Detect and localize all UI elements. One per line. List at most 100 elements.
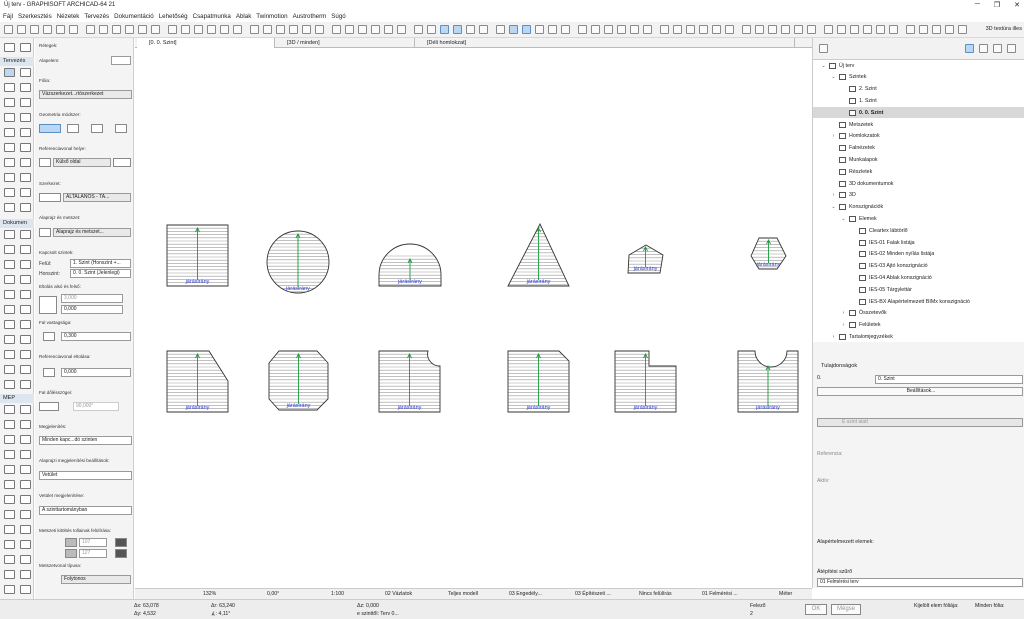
toolbar-button-62[interactable] (850, 25, 859, 34)
menu-item-2[interactable]: Nézetek (57, 13, 80, 20)
tool-button[interactable] (20, 495, 31, 504)
toolbar-button-12[interactable] (168, 25, 177, 34)
tool-button[interactable] (4, 350, 15, 359)
toolbar-button-59[interactable] (807, 25, 816, 34)
toolbar-button-58[interactable] (794, 25, 803, 34)
toolbar-button-13[interactable] (181, 25, 190, 34)
toolbar-button-1[interactable] (17, 25, 26, 34)
structure-select[interactable]: ÁLTALÁNOS - TA... (63, 193, 131, 202)
toolbar-button-61[interactable] (837, 25, 846, 34)
tree-item[interactable]: IES-02 Minden nyílás listája (851, 249, 934, 260)
toolbar-button-20[interactable] (276, 25, 285, 34)
tree-item[interactable]: 1. Szint (841, 95, 877, 106)
tool-button[interactable] (4, 305, 15, 314)
properties-settings-button[interactable]: Beállítások... (817, 387, 1023, 396)
renovation-filter-select[interactable]: 01 Felmérési terv (817, 578, 1023, 587)
tool-button[interactable] (4, 365, 15, 374)
toolbar-button-39[interactable] (535, 25, 544, 34)
menu-item-3[interactable]: Tervezés (84, 13, 109, 20)
toolbar-button-4[interactable] (56, 25, 65, 34)
tree-toggle-icon[interactable]: ⌄ (841, 216, 846, 222)
plan-section-button[interactable]: Alaprajz és metszet... (53, 228, 131, 237)
toolbar-button-27[interactable] (371, 25, 380, 34)
tool-button[interactable] (4, 158, 15, 167)
toolbar-button-14[interactable] (194, 25, 203, 34)
toolbar-button-43[interactable] (591, 25, 600, 34)
publisher-button[interactable] (1007, 44, 1016, 53)
marquee-tool-button[interactable] (20, 43, 31, 52)
menu-item-0[interactable]: Fájl (3, 13, 13, 20)
toolbar-button-63[interactable] (863, 25, 872, 34)
toolbar-button-18[interactable] (250, 25, 259, 34)
toolbar-button-52[interactable] (712, 25, 721, 34)
maximize-button[interactable]: ❐ (994, 1, 1000, 9)
drawing-canvas[interactable]: járásirány járásirány járásirány járásirány… (135, 48, 812, 588)
toolbar-button-69[interactable] (945, 25, 954, 34)
tool-button[interactable] (4, 173, 15, 182)
toolbar-button-48[interactable] (660, 25, 669, 34)
tool-button[interactable] (20, 450, 31, 459)
toolbar-button-67[interactable] (919, 25, 928, 34)
toolbox-section-1[interactable]: Dokumen (0, 219, 34, 228)
menu-item-7[interactable]: Ablak (236, 13, 251, 20)
tool-button[interactable] (4, 98, 15, 107)
toolbar-button-56[interactable] (768, 25, 777, 34)
toolbar-button-9[interactable] (125, 25, 134, 34)
project-map-button[interactable] (965, 44, 974, 53)
toolbar-button-10[interactable] (138, 25, 147, 34)
toolbar-button-64[interactable] (876, 25, 885, 34)
properties-id-field[interactable]: 0. Szint (875, 375, 1023, 384)
toolbar-button-32[interactable] (440, 25, 449, 34)
tool-button[interactable] (20, 128, 31, 137)
toolbar-button-70[interactable] (958, 25, 967, 34)
tool-button[interactable] (4, 380, 15, 389)
tool-button[interactable] (20, 480, 31, 489)
cancel-button[interactable]: Mégse (831, 604, 861, 615)
tool-button[interactable] (4, 113, 15, 122)
renovation-filter-value[interactable]: 01 Felmérési ... (702, 591, 738, 597)
tool-button[interactable] (20, 540, 31, 549)
toolbar-button-0[interactable] (4, 25, 13, 34)
snap-mode[interactable]: Felező (750, 603, 766, 609)
fill-pen1-color[interactable] (115, 538, 127, 547)
close-button[interactable]: ✕ (1014, 1, 1020, 9)
tool-button[interactable] (20, 365, 31, 374)
tool-button[interactable] (20, 335, 31, 344)
toolbar-button-6[interactable] (86, 25, 95, 34)
tree-item[interactable]: › Tartalomjegyzékek (831, 331, 893, 342)
geometry-log-button[interactable] (115, 124, 127, 133)
toolbar-button-49[interactable] (673, 25, 682, 34)
toolbar-button-38[interactable] (522, 25, 531, 34)
angle-value[interactable]: 0,00° (267, 591, 279, 597)
menu-item-1[interactable]: Szerkesztés (18, 13, 52, 20)
structure-type-button[interactable] (39, 193, 61, 202)
tool-button[interactable] (20, 420, 31, 429)
tool-button[interactable] (4, 260, 15, 269)
tool-button[interactable] (4, 450, 15, 459)
tool-button[interactable] (4, 335, 15, 344)
toolbar-button-8[interactable] (112, 25, 121, 34)
toolbar-button-55[interactable] (755, 25, 764, 34)
tool-button[interactable] (4, 143, 15, 152)
toolbar-button-50[interactable] (686, 25, 695, 34)
tool-button[interactable] (20, 570, 31, 579)
tool-button[interactable] (4, 290, 15, 299)
contour-select[interactable]: Folytonos (61, 575, 131, 584)
geometry-trapezoid-button[interactable] (67, 124, 79, 133)
toolbar-button-30[interactable] (414, 25, 423, 34)
tool-button[interactable] (20, 435, 31, 444)
toolbar-button-28[interactable] (384, 25, 393, 34)
tool-button[interactable] (20, 188, 31, 197)
toolbar-button-26[interactable] (358, 25, 367, 34)
toolbar-button-23[interactable] (315, 25, 324, 34)
tree-item[interactable]: Munkalapok (831, 154, 878, 165)
toolbar-button-51[interactable] (699, 25, 708, 34)
toolbar-button-25[interactable] (345, 25, 354, 34)
offset-top-field[interactable]: 3,000 (61, 294, 123, 303)
toolbar-button-54[interactable] (742, 25, 751, 34)
toolbar-button-19[interactable] (263, 25, 272, 34)
toolbar-button-47[interactable] (643, 25, 652, 34)
offset-bottom-field[interactable]: 0,000 (61, 305, 123, 314)
tree-item[interactable]: ⌄ Konszignációk (831, 202, 883, 213)
tree-toggle-icon[interactable]: › (841, 322, 846, 328)
